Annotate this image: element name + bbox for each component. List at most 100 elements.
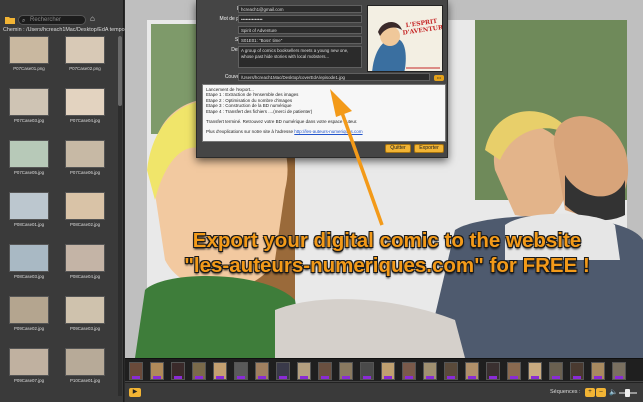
thumbnail-item[interactable]: P08Case04.jpg [60,244,110,279]
thumbnail-item[interactable]: P10Case01.jpg [60,348,110,383]
timeline-frame[interactable] [318,362,332,380]
frame-badge [216,376,224,379]
export-button[interactable]: Exporter [414,144,444,153]
sequence-timeline[interactable] [125,358,643,383]
timeline-frame[interactable] [339,362,353,380]
frame-badge [468,376,476,379]
file-browser-sidebar: ⌕ Rechercher ⌂ Chemin : /Users/hcreach1M… [0,0,125,402]
thumbnail-item[interactable]: P07Case01.png [4,36,54,71]
folder-icon[interactable] [5,15,15,25]
sidebar-scrollbar[interactable] [118,36,122,396]
quit-button[interactable]: Quitter [385,144,411,153]
thumbnail-item[interactable]: P08Case02.jpg [60,192,110,227]
thumbnail-caption: P07Case03.jpg [13,118,45,123]
remove-sequence-button[interactable]: – [596,388,606,397]
timeline-frame[interactable] [234,362,248,380]
thumbnail-caption: P09Case07.jpg [13,378,45,383]
frame-badge [384,376,392,379]
thumbnail-item[interactable]: P09Case03.jpg [60,296,110,331]
thumbnail-item[interactable]: P07Case04.jpg [60,88,110,123]
volume-slider[interactable] [619,389,637,397]
thumbnail-item[interactable]: P07Case03.jpg [4,88,54,123]
thumbnail-item[interactable]: P08Case03.jpg [4,244,54,279]
frame-badge [195,376,203,379]
timeline-frame[interactable] [507,362,521,380]
search-input[interactable]: ⌕ Rechercher [18,15,86,25]
timeline-frame[interactable] [486,362,500,380]
thumbnail-caption: P08Case02.jpg [69,222,101,227]
timeline-frame[interactable] [570,362,584,380]
timeline-frame[interactable] [402,362,416,380]
timeline-frame[interactable] [612,362,626,380]
timeline-frame[interactable] [423,362,437,380]
timeline-frame[interactable] [192,362,206,380]
frame-badge [321,376,329,379]
sidebar-toolbar: ⌕ Rechercher ⌂ [0,14,124,28]
search-placeholder: Rechercher [30,17,62,23]
timeline-frame[interactable] [360,362,374,380]
description-field[interactable]: A group of comics booksellers meets a yo… [238,46,362,68]
timeline-frame[interactable] [465,362,479,380]
thumbnail-image [9,192,49,220]
timeline-frame[interactable] [171,362,185,380]
speaker-icon[interactable]: 🔈 [609,388,618,396]
website-link[interactable]: http://les-auteurs-numeriques.com [294,129,362,134]
thumbnail-item[interactable]: P09Case02.jpg [4,296,54,331]
timeline-frame[interactable] [591,362,605,380]
cover-preview-image: L'ESPRIT D'AVENTURE [367,5,443,72]
subtitle-field[interactable]: S01E01: "Boss' time" [238,36,362,44]
frame-badge [426,376,434,379]
timeline-frame[interactable] [213,362,227,380]
timeline-frame[interactable] [150,362,164,380]
thumbnail-item[interactable]: P09Case07.jpg [4,348,54,383]
thumbnail-image [9,296,49,324]
frame-badge [279,376,287,379]
thumbnail-caption: P07Case04.jpg [69,118,101,123]
thumbnail-item[interactable]: P08Case01.jpg [4,192,54,227]
thumbnail-caption: P08Case03.jpg [13,274,45,279]
bottom-toolbar: ▶ Séquences : + – 🔈 [125,382,643,402]
promo-banner: Export your digital comic to the website… [137,228,637,278]
thumbnail-caption: P08Case01.jpg [13,222,45,227]
timeline-frame[interactable] [255,362,269,380]
thumbnail-grid: P07Case01.png P07Case02.png P07Case03.jpg P… [4,36,118,400]
frame-badge [237,376,245,379]
timeline-frame[interactable] [129,362,143,380]
add-sequence-button[interactable]: + [585,388,595,397]
play-button[interactable]: ▶ [129,388,141,397]
thumbnail-image [65,192,105,220]
thumbnail-caption: P07Case01.png [13,66,45,71]
password-field[interactable]: •••••••••••••• [238,15,362,23]
thumbnail-item[interactable]: P07Case06.jpg [60,140,110,175]
home-icon[interactable]: ⌂ [90,14,95,24]
timeline-frame[interactable] [528,362,542,380]
title-field[interactable]: Spirit of Adventure [238,26,362,34]
frame-badge [615,376,623,379]
email-field[interactable]: hcreach1@gmail.com [238,5,362,13]
timeline-frame[interactable] [444,362,458,380]
thumbnail-caption: P07Case05.jpg [13,170,45,175]
frame-badge [552,376,560,379]
scrollbar-thumb[interactable] [118,36,122,106]
log-line: Plus d'explications sur notre site à l'a… [206,129,442,134]
timeline-frame[interactable] [549,362,563,380]
export-dialog: Email (*) : hcreach1@gmail.com Mot de pa… [196,0,448,158]
thumbnail-image [65,244,105,272]
cover-path-field[interactable]: /Users/hcreach1Mac/Desktop/coverEdA/epis… [238,73,430,81]
volume-slider-knob[interactable] [625,389,630,397]
thumbnail-item[interactable]: P07Case05.jpg [4,140,54,175]
frame-badge [594,376,602,379]
thumbnail-image [65,140,105,168]
thumbnail-image [65,348,105,376]
timeline-frame[interactable] [276,362,290,380]
frame-badge [363,376,371,379]
thumbnail-image [65,88,105,116]
timeline-frame[interactable] [381,362,395,380]
path-label: Chemin : /Users/hcreach1Mac/Desktop/EdA … [3,27,125,33]
thumbnail-image [9,140,49,168]
thumbnail-item[interactable]: P07Case02.png [60,36,110,71]
frame-badge [132,376,140,379]
browse-cover-button[interactable]: ••• [434,75,444,81]
timeline-frame[interactable] [297,362,311,380]
thumbnail-caption: P08Case04.jpg [69,274,101,279]
